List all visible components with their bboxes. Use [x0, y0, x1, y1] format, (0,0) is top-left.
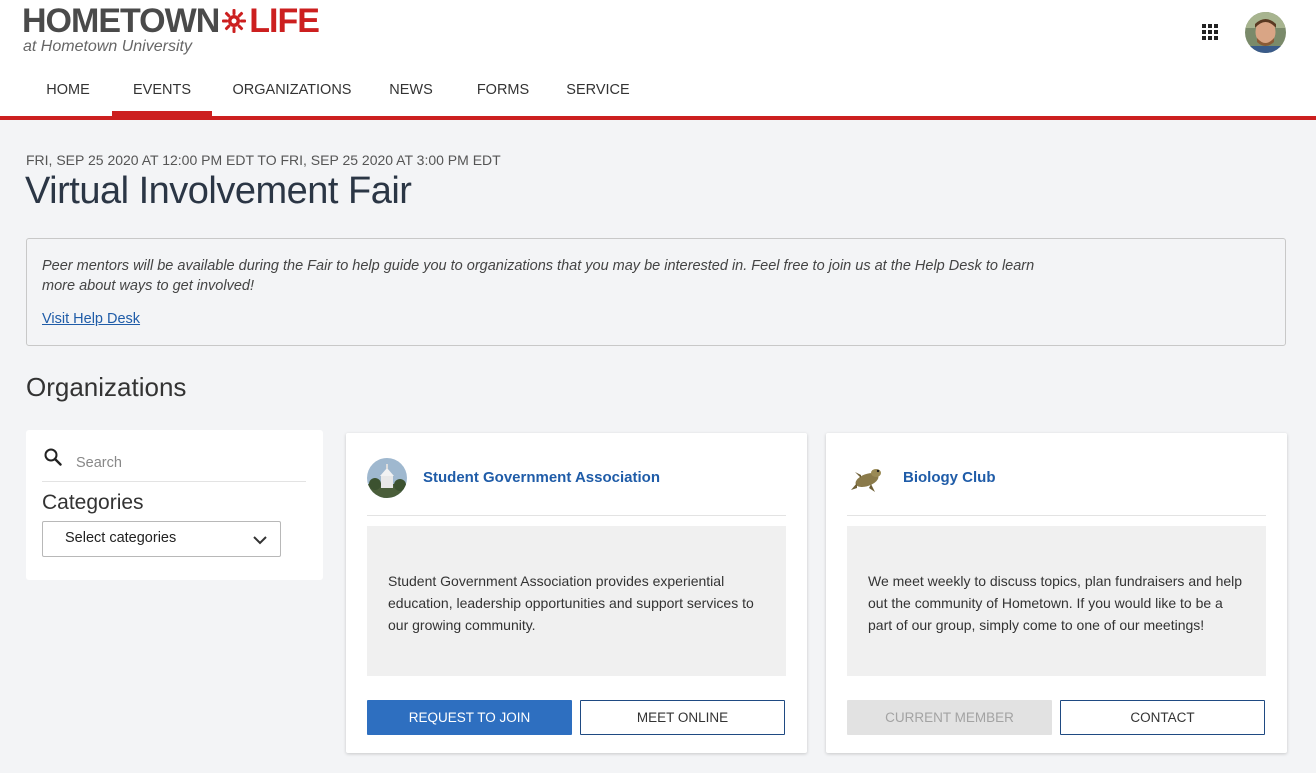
nav-events[interactable]: EVENTS [112, 70, 212, 116]
logo-gear-icon [222, 9, 247, 33]
user-avatar[interactable] [1245, 12, 1286, 53]
current-member-button: CURRENT MEMBER [847, 700, 1052, 735]
nav-service[interactable]: SERVICE [550, 70, 646, 116]
org-logo-icon [367, 458, 407, 498]
main-nav: HOME EVENTS ORGANIZATIONS NEWS FORMS SER… [0, 70, 646, 116]
org-description-box: We meet weekly to discuss topics, plan f… [847, 526, 1266, 676]
categories-label: Categories [42, 491, 144, 514]
site-header: HOMETOWN LIFE at Hometown University HOM… [0, 0, 1316, 120]
categories-select[interactable]: Select categories [42, 521, 281, 557]
event-info-text: Peer mentors will be available during th… [42, 258, 1035, 294]
nav-forms[interactable]: FORMS [450, 70, 556, 116]
visit-help-desk-link[interactable]: Visit Help Desk [42, 311, 140, 327]
user-avatar-icon [1245, 12, 1286, 53]
event-date-range: FRI, SEP 25 2020 AT 12:00 PM EDT TO FRI,… [26, 152, 501, 168]
logo-text-life: LIFE [249, 2, 320, 40]
meet-online-button[interactable]: MEET ONLINE [580, 700, 785, 735]
org-name-link[interactable]: Student Government Association [423, 469, 660, 486]
logo-wordmark: HOMETOWN LIFE [22, 2, 320, 40]
page-title: Virtual Involvement Fair [25, 170, 412, 212]
grid-apps-icon[interactable] [1202, 24, 1220, 42]
nav-news[interactable]: NEWS [372, 70, 450, 116]
frog-icon [847, 458, 887, 498]
org-card-divider [847, 515, 1266, 516]
logo-text-hometown: HOMETOWN [22, 2, 220, 40]
event-info-box: Peer mentors will be available during th… [26, 238, 1286, 346]
contact-button[interactable]: CONTACT [1060, 700, 1265, 735]
filter-panel: Categories Select categories [26, 430, 323, 580]
org-avatar-student-government [367, 458, 407, 498]
org-description: We meet weekly to discuss topics, plan f… [868, 573, 1243, 633]
org-avatar-biology-club [847, 458, 887, 498]
nav-organizations[interactable]: ORGANIZATIONS [212, 70, 372, 116]
request-to-join-button[interactable]: REQUEST TO JOIN [367, 700, 572, 735]
org-card-divider [367, 515, 786, 516]
org-card-biology-club: Biology Club We meet weekly to discuss t… [826, 433, 1287, 753]
chevron-down-icon [253, 536, 267, 545]
search-input[interactable] [76, 450, 306, 476]
categories-select-value: Select categories [65, 530, 177, 546]
org-name-link[interactable]: Biology Club [903, 469, 996, 486]
search-divider [42, 481, 306, 482]
logo-subtitle: at Hometown University [23, 38, 192, 55]
brand-logo[interactable]: HOMETOWN LIFE at Hometown University [22, 2, 320, 56]
organizations-heading: Organizations [26, 372, 187, 402]
org-description-box: Student Government Association provides … [367, 526, 786, 676]
search-icon [44, 448, 62, 466]
org-description: Student Government Association provides … [388, 573, 754, 633]
org-card-student-government: Student Government Association Student G… [346, 433, 807, 753]
